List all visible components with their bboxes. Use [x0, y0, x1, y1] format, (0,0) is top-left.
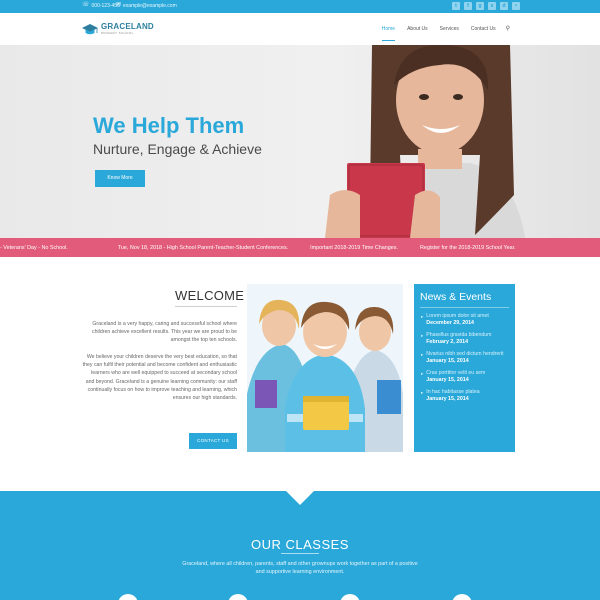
nav-contact-us[interactable]: Contact Us: [465, 13, 502, 45]
divider: [281, 553, 319, 554]
nav-home[interactable]: Home: [376, 13, 401, 45]
social-links: t f g s d •: [452, 2, 520, 10]
facebook-icon[interactable]: f: [464, 2, 472, 10]
skype-icon[interactable]: s: [488, 2, 496, 10]
contact-us-button[interactable]: CONTACT US: [189, 433, 237, 449]
main-menu: Home About Us Services Contact Us ⚲: [376, 13, 514, 45]
news-date: January 15, 2014: [426, 377, 469, 383]
welcome-paragraph-1: Graceland is a very happy, caring and su…: [92, 321, 237, 344]
hero-title: We Help Them: [93, 113, 245, 138]
hero-banner: We Help Them Nurture, Engage & Achieve K…: [0, 45, 600, 238]
news-date: December 29, 2014: [426, 320, 474, 326]
email-contact[interactable]: ✉ example@example.com: [116, 2, 177, 9]
search-icon[interactable]: ⚲: [502, 13, 514, 45]
dribbble-icon[interactable]: d: [500, 2, 508, 10]
news-date: February 2, 2014: [426, 339, 469, 345]
phone-icon: ☏: [82, 2, 90, 8]
ticker-item[interactable]: - Veterans' Day - No School.: [0, 245, 68, 251]
ticker-item[interactable]: Tue, Nov 18, 2018 - High School Parent-T…: [118, 245, 288, 251]
news-list: ▸ Lorem ipsum dolor sit amet December 29…: [421, 313, 511, 408]
chevron-right-icon: ▸: [421, 314, 424, 319]
news-headline[interactable]: Lorem ipsum dolor sit amet: [426, 313, 489, 320]
news-headline[interactable]: In hac habitasse platea: [426, 389, 479, 396]
welcome-title: WELCOME: [175, 288, 245, 303]
classes-description: Graceland, where all children, parents, …: [182, 561, 418, 575]
email-address[interactable]: example@example.com: [123, 3, 177, 9]
news-item[interactable]: ▸ In hac habitasse platea January 15, 20…: [421, 389, 511, 403]
logo[interactable]: GRACELAND PRIMARY SCHOOL: [82, 22, 154, 36]
news-ticker: - Veterans' Day - No School. Tue, Nov 18…: [0, 238, 600, 257]
news-item[interactable]: ▸ Nvarius nibh sed dictum hendrerit Janu…: [421, 351, 511, 365]
twitter-icon[interactable]: t: [452, 2, 460, 10]
nav-about-us[interactable]: About Us: [401, 13, 434, 45]
news-title: News & Events: [420, 291, 492, 303]
news-item[interactable]: ▸ Lorem ipsum dolor sit amet December 29…: [421, 313, 511, 327]
divider: [420, 307, 509, 308]
kids-image: [247, 284, 403, 452]
logo-name: GRACELAND: [101, 22, 154, 31]
divider: [175, 306, 237, 307]
news-headline[interactable]: Nvarius nibh sed dictum hendrerit: [426, 351, 503, 358]
chevron-right-icon: ▸: [421, 371, 424, 376]
top-bar: ☏ 000-123-456 ✉ example@example.com t f …: [0, 0, 600, 13]
main-navbar: GRACELAND PRIMARY SCHOOL Home About Us S…: [0, 13, 600, 45]
news-events-panel: News & Events ▸ Lorem ipsum dolor sit am…: [414, 284, 515, 452]
ticker-item[interactable]: Important 2018-2019 Time Changes.: [310, 245, 398, 251]
flickr-icon[interactable]: •: [512, 2, 520, 10]
section-notch: [286, 491, 314, 505]
phone-contact: ☏ 000-123-456: [82, 2, 120, 9]
nav-services[interactable]: Services: [434, 13, 465, 45]
news-headline[interactable]: Cras porttitor velit eu sem: [426, 370, 485, 377]
hero-subtitle: Nurture, Engage & Achieve: [93, 141, 262, 157]
classes-title: OUR CLASSES: [251, 537, 349, 552]
hero-girl-image: [325, 45, 525, 238]
news-date: January 15, 2014: [426, 358, 469, 364]
chevron-right-icon: ▸: [421, 333, 424, 338]
google-plus-icon[interactable]: g: [476, 2, 484, 10]
welcome-paragraph-2: We believe your children deserve the ver…: [82, 354, 237, 402]
news-item[interactable]: ▸ Cras porttitor velit eu sem January 15…: [421, 370, 511, 384]
chevron-right-icon: ▸: [421, 390, 424, 395]
news-item[interactable]: ▸ Phasellus gravida bibendum February 2,…: [421, 332, 511, 346]
envelope-icon: ✉: [116, 2, 122, 8]
graduation-cap-icon: [82, 24, 98, 35]
chevron-right-icon: ▸: [421, 352, 424, 357]
news-headline[interactable]: Phasellus gravida bibendum: [426, 332, 491, 339]
ticker-item[interactable]: Register for the 2018-2019 School Year.: [420, 245, 516, 251]
know-more-button[interactable]: Know More: [95, 170, 145, 187]
logo-tagline: PRIMARY SCHOOL: [101, 31, 134, 35]
news-date: January 15, 2014: [426, 396, 469, 402]
